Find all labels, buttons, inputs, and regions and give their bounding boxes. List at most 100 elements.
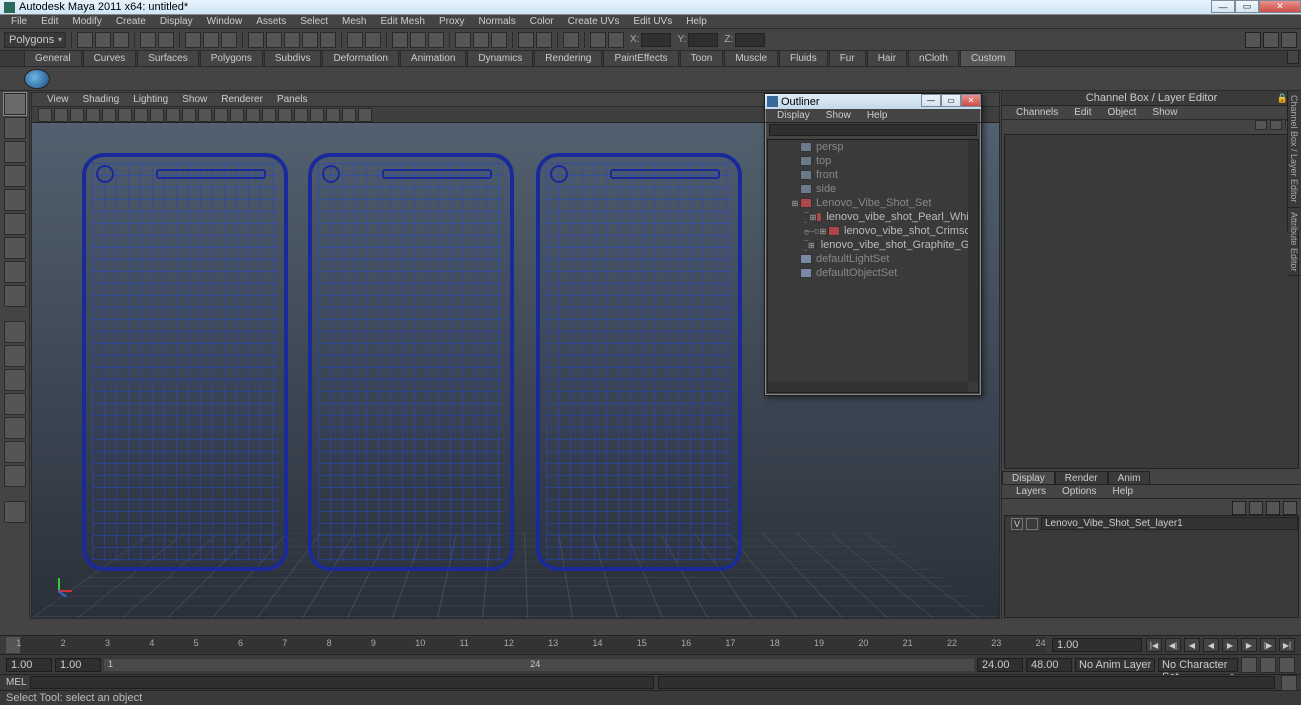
expand-icon[interactable]: ⊞: [818, 227, 828, 236]
snap-point-icon[interactable]: [284, 32, 300, 48]
range-end-all-field[interactable]: 48.00: [1026, 658, 1072, 672]
play-backward-icon[interactable]: ◀: [1203, 638, 1219, 652]
expand-icon[interactable]: ⊞: [790, 199, 800, 208]
vp-select-camera-icon[interactable]: [38, 108, 52, 122]
custom-shelf-item-icon[interactable]: [24, 69, 50, 89]
render-frame-icon[interactable]: [392, 32, 408, 48]
outliner-item[interactable]: ⊞lenovo_vibe_shot_Pearl_White: [768, 210, 978, 224]
play-forward-icon[interactable]: ▶: [1222, 638, 1238, 652]
layout-persp-outliner-icon[interactable]: [4, 441, 26, 463]
render-settings-icon[interactable]: [428, 32, 444, 48]
menu-select[interactable]: Select: [293, 16, 335, 27]
panel-menu-lighting[interactable]: Lighting: [126, 94, 175, 105]
last-tool-icon[interactable]: [4, 501, 26, 523]
outliner-item[interactable]: side: [768, 182, 978, 196]
coord-y-input[interactable]: [688, 33, 718, 47]
vp-xray-icon[interactable]: [342, 108, 356, 122]
maximize-button[interactable]: ▭: [1235, 0, 1259, 13]
outliner-minimize-button[interactable]: —: [921, 94, 941, 107]
go-to-start-icon[interactable]: |◀: [1146, 638, 1162, 652]
vp-lights-icon[interactable]: [278, 108, 292, 122]
step-forward-icon[interactable]: ▶: [1241, 638, 1257, 652]
undo-icon[interactable]: [140, 32, 156, 48]
history-on-icon[interactable]: [347, 32, 363, 48]
outliner-window[interactable]: Outliner — ▭ ✕ DisplayShowHelp persptopf…: [764, 93, 982, 396]
lasso-tool-icon[interactable]: [4, 117, 26, 139]
select-by-object-icon[interactable]: [203, 32, 219, 48]
menu-mesh[interactable]: Mesh: [335, 16, 373, 27]
cb-menu-object[interactable]: Object: [1100, 107, 1145, 118]
menu-modify[interactable]: Modify: [65, 16, 108, 27]
universal-manip-tool-icon[interactable]: [4, 237, 26, 259]
layer-visibility-toggle[interactable]: V: [1011, 518, 1023, 530]
scale-tool-icon[interactable]: [4, 213, 26, 235]
menu-edit[interactable]: Edit: [34, 16, 65, 27]
minimize-button[interactable]: —: [1211, 0, 1235, 13]
outliner-item[interactable]: defaultObjectSet: [768, 266, 978, 280]
transform-relative-icon[interactable]: [608, 32, 624, 48]
select-by-component-icon[interactable]: [221, 32, 237, 48]
shelf-tab-animation[interactable]: Animation: [400, 50, 466, 66]
range-end-field[interactable]: 24.00: [977, 658, 1023, 672]
range-start-field[interactable]: 1.00: [55, 658, 101, 672]
vp-safe-action-icon[interactable]: [198, 108, 212, 122]
snap-live-icon[interactable]: [320, 32, 336, 48]
light-linker-icon[interactable]: [491, 32, 507, 48]
layer-row[interactable]: V: [1005, 516, 1298, 532]
shelf-tab-muscle[interactable]: Muscle: [724, 50, 778, 66]
outliner-scrollbar-v[interactable]: [968, 140, 978, 382]
new-scene-icon[interactable]: [77, 32, 93, 48]
cb-menu-edit[interactable]: Edit: [1066, 107, 1099, 118]
save-scene-icon[interactable]: [113, 32, 129, 48]
shelf-tab-subdivs[interactable]: Subdivs: [264, 50, 322, 66]
open-scene-icon[interactable]: [95, 32, 111, 48]
cb-manip-icon[interactable]: [1255, 120, 1267, 130]
coord-x-input[interactable]: [641, 33, 671, 47]
menu-create-uvs[interactable]: Create UVs: [561, 16, 627, 27]
layout-two-side-icon[interactable]: [4, 369, 26, 391]
layer-type-toggle[interactable]: [1026, 518, 1038, 530]
shelf-tab-fur[interactable]: Fur: [829, 50, 866, 66]
select-tool-icon[interactable]: [4, 93, 26, 115]
show-manip-tool-icon[interactable]: [4, 285, 26, 307]
module-selector[interactable]: Polygons: [4, 32, 66, 48]
outliner-item[interactable]: ⊞Lenovo_Vibe_Shot_Set: [768, 196, 978, 210]
vp-shadows-icon[interactable]: [294, 108, 308, 122]
menu-normals[interactable]: Normals: [472, 16, 523, 27]
outliner-item[interactable]: front: [768, 168, 978, 182]
current-time-field[interactable]: 1.00: [1052, 638, 1142, 652]
layer-new-selected-icon[interactable]: [1283, 501, 1297, 515]
cb-speed-icon[interactable]: [1270, 120, 1282, 130]
soft-mod-tool-icon[interactable]: [4, 261, 26, 283]
vp-safe-title-icon[interactable]: [214, 108, 228, 122]
mesh-object[interactable]: [82, 153, 288, 571]
outliner-item[interactable]: ⊞lenovo_vibe_shot_Crimson: [768, 224, 978, 238]
outliner-scrollbar-h[interactable]: [768, 382, 968, 392]
vp-high-quality-icon[interactable]: [310, 108, 324, 122]
layer-name-field[interactable]: [1041, 517, 1298, 530]
vp-field-chart-icon[interactable]: [182, 108, 196, 122]
outliner-menu-show[interactable]: Show: [818, 110, 859, 121]
layer-new-empty-icon[interactable]: [1266, 501, 1280, 515]
shelf-tab-curves[interactable]: Curves: [83, 50, 137, 66]
layout-single-icon[interactable]: [4, 321, 26, 343]
panel-menu-renderer[interactable]: Renderer: [214, 94, 270, 105]
menu-color[interactable]: Color: [523, 16, 561, 27]
outliner-item[interactable]: persp: [768, 140, 978, 154]
layer-menu-options[interactable]: Options: [1054, 486, 1104, 497]
ipr-render-icon[interactable]: [410, 32, 426, 48]
outliner-item[interactable]: top: [768, 154, 978, 168]
cb-menu-channels[interactable]: Channels: [1008, 107, 1066, 118]
shelf-tab-hair[interactable]: Hair: [867, 50, 907, 66]
shelf-tab-toon[interactable]: Toon: [680, 50, 724, 66]
shelf-tab-surfaces[interactable]: Surfaces: [137, 50, 198, 66]
vp-xray-joints-icon[interactable]: [358, 108, 372, 122]
menu-create[interactable]: Create: [109, 16, 153, 27]
side-tab[interactable]: Channel Box / Layer Editor: [1288, 91, 1300, 208]
shelf-tab-polygons[interactable]: Polygons: [200, 50, 263, 66]
layer-tab-render[interactable]: Render: [1055, 471, 1108, 484]
layer-menu-help[interactable]: Help: [1104, 486, 1141, 497]
script-editor-icon[interactable]: [1281, 675, 1297, 691]
layout-hypershade-icon[interactable]: [4, 465, 26, 487]
outliner-titlebar[interactable]: Outliner — ▭ ✕: [765, 94, 981, 109]
